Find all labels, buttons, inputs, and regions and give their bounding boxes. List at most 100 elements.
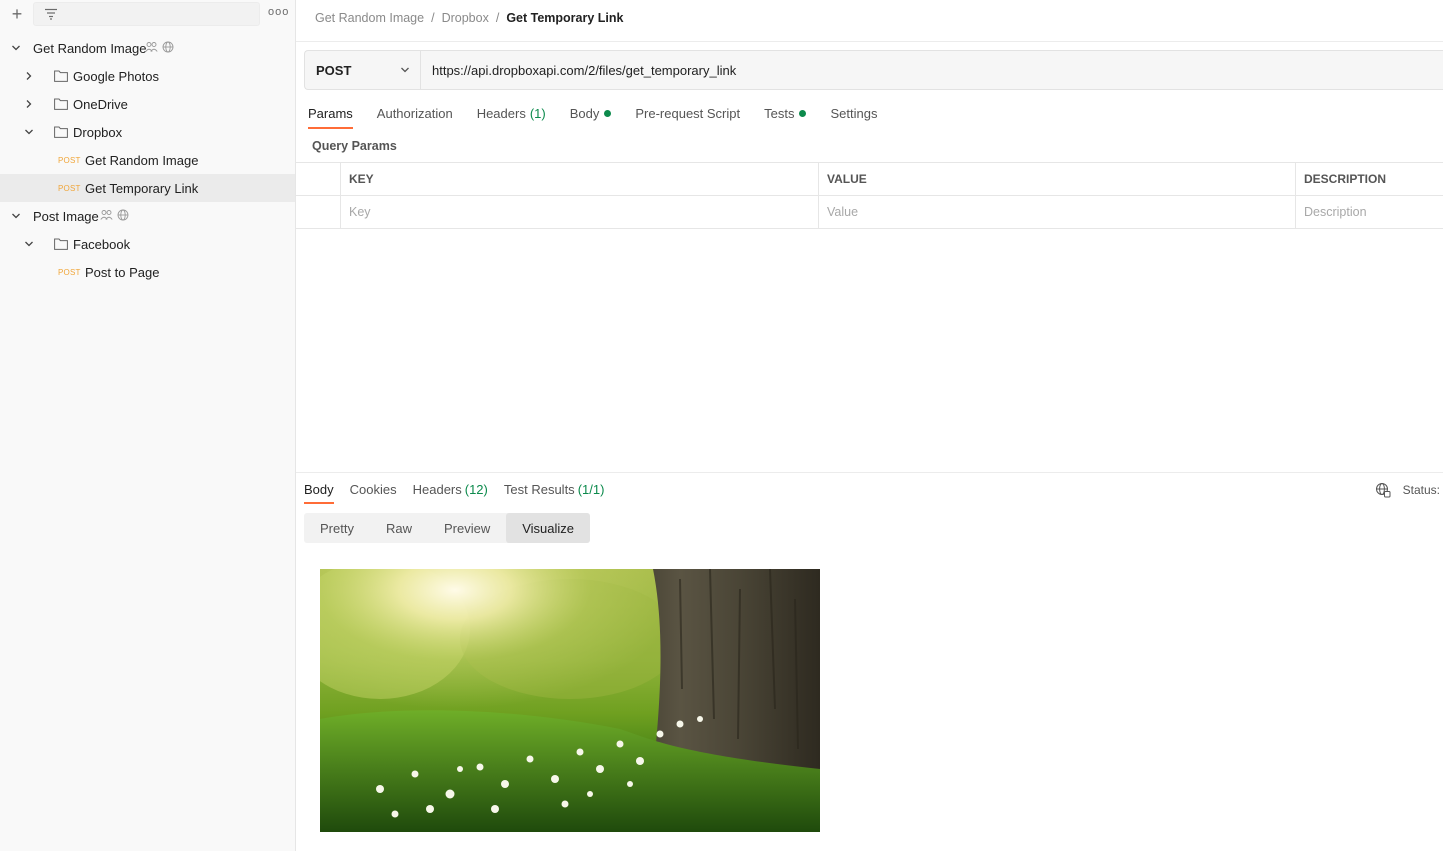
folder-icon (54, 238, 68, 250)
chevron-down-icon[interactable] (11, 211, 21, 221)
view-visualize-button[interactable]: Visualize (506, 513, 591, 543)
folder-dropbox[interactable]: Dropbox (0, 118, 295, 146)
chevron-down-icon[interactable] (24, 127, 34, 137)
team-icon (145, 42, 158, 52)
view-raw-button[interactable]: Raw (370, 513, 428, 543)
sidebar-toolbar: + ooo (0, 0, 295, 28)
collection-get-random-image[interactable]: Get Random Image (0, 34, 295, 62)
url-input[interactable] (421, 51, 1443, 89)
collection-label: Get Random Image (33, 41, 147, 56)
globe-icon (117, 209, 129, 221)
value-input[interactable]: Value (819, 196, 1296, 228)
tab-label: Tests (764, 106, 795, 121)
tab-label: Headers (476, 106, 526, 121)
tab-response-body[interactable]: Body (304, 482, 334, 504)
collection-label: Post Image (33, 209, 99, 224)
folder-label: OneDrive (73, 97, 128, 112)
description-input[interactable]: Description (1296, 196, 1443, 228)
chevron-right-icon[interactable] (24, 99, 34, 109)
view-preview-button[interactable]: Preview (428, 513, 506, 543)
method-badge: POST (58, 156, 81, 165)
row-checkbox-cell (296, 196, 341, 228)
breadcrumb-current[interactable]: Get Temporary Link (506, 11, 623, 25)
chevron-down-icon[interactable] (24, 239, 34, 249)
key-input[interactable]: Key (341, 196, 819, 228)
tab-authorization[interactable]: Authorization (377, 106, 453, 129)
sidebar: + ooo Get Random Image Google Photos One… (0, 0, 296, 851)
pane-divider[interactable] (296, 472, 1443, 473)
folder-facebook[interactable]: Facebook (0, 230, 295, 258)
tab-pre-request-script[interactable]: Pre-request Script (635, 106, 740, 129)
tab-body[interactable]: Body (570, 106, 612, 129)
tab-label: Cookies (349, 482, 397, 497)
method-value: POST (316, 63, 352, 78)
status-dot (799, 110, 807, 117)
breadcrumb-separator: / (431, 11, 435, 25)
tab-test-results[interactable]: Test Results (1/1) (504, 482, 605, 504)
collection-post-image[interactable]: Post Image (0, 202, 295, 230)
request-label: Get Temporary Link (85, 181, 199, 196)
tab-cookies[interactable]: Cookies (350, 482, 397, 504)
status-label: Status: (1402, 483, 1440, 497)
request-bar: POST (304, 50, 1443, 90)
query-params-table: KEY VALUE DESCRIPTION Key Value Descript… (296, 162, 1443, 229)
collection-tree: Get Random Image Google Photos OneDrive … (0, 34, 295, 286)
tab-params[interactable]: Params (308, 106, 353, 129)
nature-photo-image (320, 569, 820, 832)
folder-icon (54, 98, 68, 110)
network-globe-icon[interactable] (1375, 482, 1391, 498)
folder-google-photos[interactable]: Google Photos (0, 62, 295, 90)
query-params-title: Query Params (312, 139, 397, 153)
description-placeholder: Description (1304, 205, 1367, 219)
team-icon (100, 210, 113, 220)
breadcrumb-separator: / (495, 11, 500, 25)
tab-headers[interactable]: Headers (1) (477, 106, 546, 129)
request-post-to-page[interactable]: POST Post to Page (0, 258, 295, 286)
status-dot (604, 110, 612, 117)
tab-tests[interactable]: Tests (764, 106, 807, 129)
tab-label: Body (304, 482, 334, 497)
response-status: Status: (1375, 482, 1440, 498)
column-header-key: KEY (341, 163, 819, 195)
divider (296, 41, 1443, 42)
request-get-random-image[interactable]: POST Get Random Image (0, 146, 295, 174)
folder-label: Facebook (73, 237, 131, 252)
checkbox-column-header (296, 163, 341, 195)
globe-icon (162, 41, 174, 53)
view-mode-toggle: Pretty Raw Preview Visualize (304, 513, 591, 543)
column-header-value: VALUE (819, 163, 1296, 195)
breadcrumb: Get Random Image / Dropbox / Get Tempora… (315, 11, 623, 25)
tab-label: Body (569, 106, 600, 121)
filter-input[interactable] (33, 2, 260, 26)
request-get-temporary-link[interactable]: POST Get Temporary Link (0, 174, 295, 202)
chevron-right-icon[interactable] (24, 71, 34, 81)
folder-label: Google Photos (73, 69, 160, 84)
request-label: Get Random Image (85, 153, 199, 168)
folder-label: Dropbox (73, 125, 123, 140)
view-pretty-button[interactable]: Pretty (304, 513, 370, 543)
response-headers-count: (12) (464, 482, 488, 497)
request-editor: Get Random Image / Dropbox / Get Tempora… (296, 0, 1443, 851)
method-select[interactable]: POST (305, 51, 421, 89)
folder-icon (54, 126, 68, 138)
breadcrumb-item[interactable]: Get Random Image (315, 11, 424, 25)
breadcrumb-item[interactable]: Dropbox (442, 11, 489, 25)
value-placeholder: Value (827, 205, 859, 219)
more-options-icon[interactable]: ooo (268, 6, 289, 18)
chevron-down-icon[interactable] (11, 43, 21, 53)
table-row: Key Value Description (296, 196, 1443, 229)
tab-response-headers[interactable]: Headers (12) (413, 482, 488, 504)
tab-label: Settings (830, 106, 878, 121)
tab-label: Headers (412, 482, 462, 497)
folder-onedrive[interactable]: OneDrive (0, 90, 295, 118)
tab-settings[interactable]: Settings (830, 106, 877, 129)
request-label: Post to Page (85, 265, 160, 280)
column-header-description: DESCRIPTION (1304, 172, 1387, 186)
tab-label: Params (308, 106, 353, 121)
tab-label: Authorization (376, 106, 453, 121)
visualized-image (320, 569, 820, 832)
filter-icon (45, 8, 57, 20)
tab-label: Pre-request Script (635, 106, 741, 121)
plus-icon[interactable]: + (9, 5, 25, 23)
folder-icon (54, 70, 68, 82)
